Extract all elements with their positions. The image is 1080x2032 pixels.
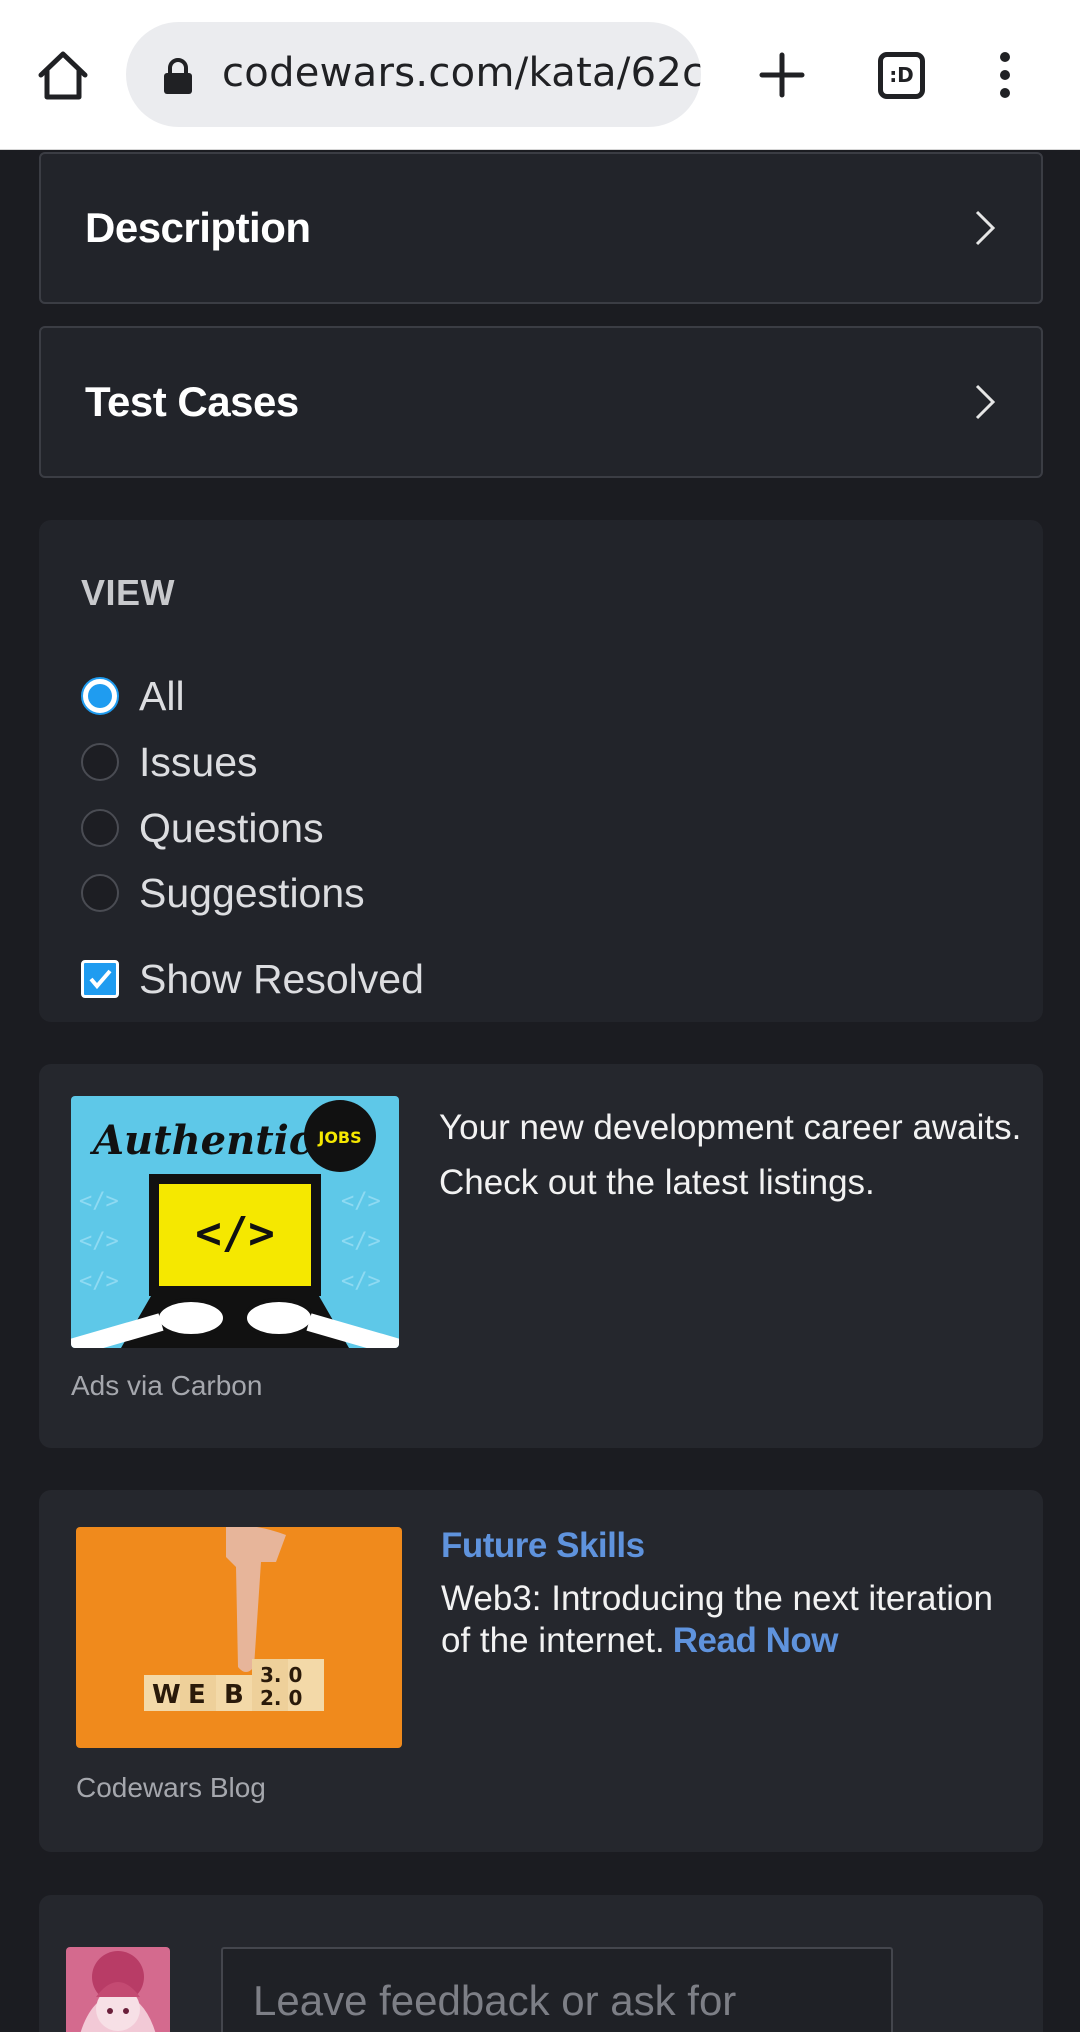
- read-now-link[interactable]: Read Now: [673, 1621, 839, 1660]
- description-panel[interactable]: Description: [39, 152, 1043, 304]
- svg-text:</>: </>: [79, 1229, 119, 1254]
- blog-text: Web3: Introducing the next iteration of …: [441, 1578, 1021, 1662]
- blog-image[interactable]: W E B 3. 0 2. 0: [76, 1527, 402, 1748]
- blog-image-version: 2. 0: [260, 1686, 302, 1710]
- address-bar[interactable]: codewars.com/kata/62c: [126, 22, 701, 127]
- browser-toolbar: codewars.com/kata/62c :D: [0, 0, 1080, 150]
- blog-image-version: 3. 0: [260, 1663, 302, 1687]
- ad-brand-text: Authentic: [89, 1117, 313, 1164]
- feedback-card: Leave feedback or ask for help...: [39, 1895, 1043, 2032]
- view-option-suggestions[interactable]: Suggestions: [81, 868, 365, 918]
- radio-unchecked-icon[interactable]: [81, 874, 119, 912]
- svg-text:</>: </>: [341, 1229, 381, 1254]
- view-option-label: Suggestions: [139, 869, 365, 916]
- feedback-input[interactable]: Leave feedback or ask for help...: [221, 1947, 893, 2032]
- home-icon[interactable]: [33, 45, 93, 105]
- blog-heading[interactable]: Future Skills: [441, 1526, 645, 1566]
- carbon-ad-card[interactable]: </> </> </> </> </> </> Authentic JOBS <…: [39, 1064, 1043, 1448]
- view-filter-card: VIEW All Issues Questions Suggestions Sh…: [39, 520, 1043, 1022]
- avatar[interactable]: [66, 1947, 170, 2032]
- ad-code-text: </>: [195, 1208, 274, 1259]
- view-option-all[interactable]: All: [81, 671, 185, 721]
- ad-text[interactable]: Your new development career awaits. Chec…: [439, 1100, 1029, 1210]
- view-option-label: All: [139, 672, 185, 719]
- blog-image-letter: E: [188, 1680, 206, 1710]
- ad-badge-text: JOBS: [317, 1128, 361, 1147]
- test-cases-title: Test Cases: [85, 378, 299, 425]
- blog-image-letter: B: [224, 1680, 244, 1710]
- tab-switcher-icon: :D: [878, 52, 925, 99]
- lock-icon: [162, 57, 194, 95]
- test-cases-panel[interactable]: Test Cases: [39, 326, 1043, 478]
- chevron-right-icon: [975, 384, 996, 420]
- show-resolved-label: Show Resolved: [139, 955, 424, 1002]
- svg-text:</>: </>: [341, 1269, 381, 1294]
- view-option-issues[interactable]: Issues: [81, 737, 258, 787]
- blog-promo-card[interactable]: W E B 3. 0 2. 0 Future Skills Web3: Intr…: [39, 1490, 1043, 1852]
- svg-text:</>: </>: [79, 1269, 119, 1294]
- tab-switcher-button[interactable]: :D: [872, 45, 932, 105]
- view-title: VIEW: [81, 572, 176, 613]
- svg-text:</>: </>: [341, 1189, 381, 1214]
- radio-unchecked-icon[interactable]: [81, 743, 119, 781]
- radio-checked-icon[interactable]: [81, 677, 119, 715]
- blog-source-label[interactable]: Codewars Blog: [76, 1772, 266, 1804]
- checkbox-checked-icon[interactable]: [81, 960, 119, 998]
- view-option-label: Issues: [139, 738, 258, 785]
- ad-source-label[interactable]: Ads via Carbon: [71, 1370, 262, 1402]
- url-text: codewars.com/kata/62c: [222, 50, 701, 96]
- show-resolved-toggle[interactable]: Show Resolved: [81, 954, 424, 1004]
- chevron-right-icon: [975, 210, 996, 246]
- ad-image[interactable]: </> </> </> </> </> </> Authentic JOBS <…: [71, 1096, 399, 1348]
- view-option-label: Questions: [139, 804, 324, 851]
- radio-unchecked-icon[interactable]: [81, 809, 119, 847]
- view-option-questions[interactable]: Questions: [81, 803, 324, 853]
- more-options-icon[interactable]: [990, 45, 1020, 105]
- new-tab-icon[interactable]: [752, 45, 812, 105]
- description-title: Description: [85, 204, 311, 251]
- blog-image-letter: W: [152, 1680, 181, 1710]
- svg-text:</>: </>: [79, 1189, 119, 1214]
